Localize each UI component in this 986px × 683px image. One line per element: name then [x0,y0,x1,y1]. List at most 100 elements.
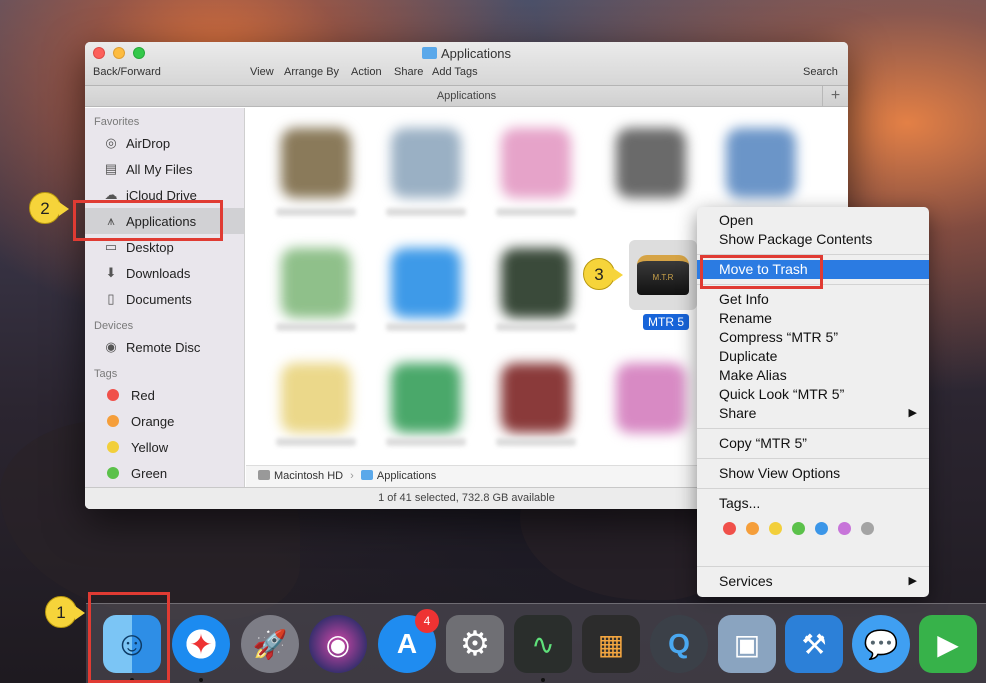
sidebar-tag-green[interactable]: Green [85,460,244,486]
favorites-header: Favorites [94,116,140,128]
menu-separator [697,428,929,429]
tag-dot-orange[interactable] [746,522,759,535]
step-badge-1: 1 [45,596,85,628]
sidebar: Favorites ◎ AirDrop ▤ All My Files ☁ iCloud… [85,108,245,487]
back-forward-button[interactable]: Back/Forward [93,66,161,78]
tag-dot-purple[interactable] [838,522,851,535]
facetime-icon[interactable]: ▶ [919,615,977,673]
preview-icon[interactable]: ▣ [718,615,776,673]
menu-separator [697,566,929,567]
view-button[interactable]: View [250,66,274,78]
title-bar: Applications Back/Forward View Arrange B… [85,42,848,86]
submenu-arrow-icon: ▶ [908,407,917,419]
running-indicator [541,678,545,682]
blurred-app-icon[interactable] [281,363,351,433]
sidebar-tag-red[interactable]: Red [85,382,244,408]
photo-booth-icon[interactable]: ▦ [582,615,640,673]
tag-dot-blue[interactable] [815,522,828,535]
blurred-app-icon[interactable] [501,128,571,198]
siri-icon[interactable]: ◉ [309,615,367,673]
app-store-badge: 4 [415,609,439,633]
red-tag-dot [107,389,119,401]
sidebar-item-downloads[interactable]: ⬇ Downloads [85,260,244,286]
path-folder[interactable]: Applications [377,470,436,482]
sidebar-tag-orange[interactable]: Orange [85,408,244,434]
sidebar-item-documents[interactable]: ▯ Documents [85,286,244,312]
tags-header: Tags [94,368,118,380]
tag-dot-red[interactable] [723,522,736,535]
share-button[interactable]: Share [394,66,423,78]
blurred-app-label [496,208,576,216]
quicktime-icon[interactable]: Q [650,615,708,673]
menu-item-show-view-options[interactable]: Show View Options [697,464,929,483]
blurred-app-icon[interactable] [501,363,571,433]
menu-item-copy[interactable]: Copy “MTR 5” [697,434,929,453]
blurred-app-label [276,438,356,446]
blurred-app-label [496,438,576,446]
new-tab-button[interactable]: + [822,86,848,106]
tag-dot-yellow[interactable] [769,522,782,535]
chevron-right-icon: › [350,470,354,482]
arrange-by-button[interactable]: Arrange By [284,66,339,78]
menu-item-services[interactable]: Services ▶ [697,572,929,591]
sidebar-item-all-my-files[interactable]: ▤ All My Files [85,156,244,182]
add-tags-button[interactable]: Add Tags [432,66,478,78]
step-badge-2: 2 [29,192,69,224]
action-button[interactable]: Action [351,66,382,78]
menu-item-rename[interactable]: Rename [697,309,929,328]
highlight-box-finder [88,592,170,683]
mtr5-app-label[interactable]: MTR 5 [643,314,689,330]
folder-icon [360,470,373,480]
menu-separator [697,458,929,459]
safari-icon[interactable]: ✦ [172,615,230,673]
all-files-icon: ▤ [104,161,118,176]
menu-item-get-info[interactable]: Get Info [697,290,929,309]
xcode-icon[interactable]: ⚒ [785,615,843,673]
bag-icon: M.T.R [637,255,689,295]
blurred-app-icon[interactable] [391,248,461,318]
downloads-icon: ⬇ [105,265,117,280]
tag-color-row [697,513,929,544]
blurred-app-icon[interactable] [281,248,351,318]
orange-tag-dot [107,415,119,427]
blurred-app-label [386,208,466,216]
tag-dot-green[interactable] [792,522,805,535]
blurred-app-icon[interactable] [501,248,571,318]
blurred-app-label [496,323,576,331]
sidebar-item-remote-disc[interactable]: ◉ Remote Disc [85,334,244,360]
green-tag-dot [107,467,119,479]
airdrop-icon: ◎ [105,135,117,150]
blurred-app-icon[interactable] [391,363,461,433]
menu-item-open[interactable]: Open [697,211,929,230]
mtr5-app-icon[interactable]: M.T.R [629,240,697,310]
activity-monitor-icon[interactable]: ∿ [514,615,572,673]
menu-item-show-package-contents[interactable]: Show Package Contents [697,230,929,249]
path-disk[interactable]: Macintosh HD [274,470,343,482]
menu-item-share[interactable]: Share ▶ [697,404,929,423]
menu-item-tags[interactable]: Tags... [697,494,929,513]
menu-item-make-alias[interactable]: Make Alias [697,366,929,385]
launchpad-icon[interactable]: 🚀 [241,615,299,673]
submenu-arrow-icon: ▶ [908,575,917,587]
sidebar-item-airdrop[interactable]: ◎ AirDrop [85,130,244,156]
tag-dot-gray[interactable] [861,522,874,535]
step-badge-3: 3 [583,258,623,290]
blurred-app-icon[interactable] [616,363,686,433]
menu-item-compress[interactable]: Compress “MTR 5” [697,328,929,347]
blurred-app-icon[interactable] [726,128,796,198]
blurred-app-label [386,438,466,446]
sidebar-tag-yellow[interactable]: Yellow [85,434,244,460]
blurred-app-icon[interactable] [616,128,686,198]
messages-icon[interactable]: 💬 [852,615,910,673]
path-tab: Applications + [85,86,848,107]
menu-item-duplicate[interactable]: Duplicate [697,347,929,366]
folder-icon [421,47,437,59]
search-button[interactable]: Search [803,66,838,78]
blurred-app-icon[interactable] [281,128,351,198]
blurred-app-label [276,208,356,216]
system-preferences-icon[interactable]: ⚙ [446,615,504,673]
blurred-app-icon[interactable] [391,128,461,198]
menu-item-quick-look[interactable]: Quick Look “MTR 5” [697,385,929,404]
window-title: Applications [85,46,848,61]
disc-icon: ◉ [105,339,117,354]
